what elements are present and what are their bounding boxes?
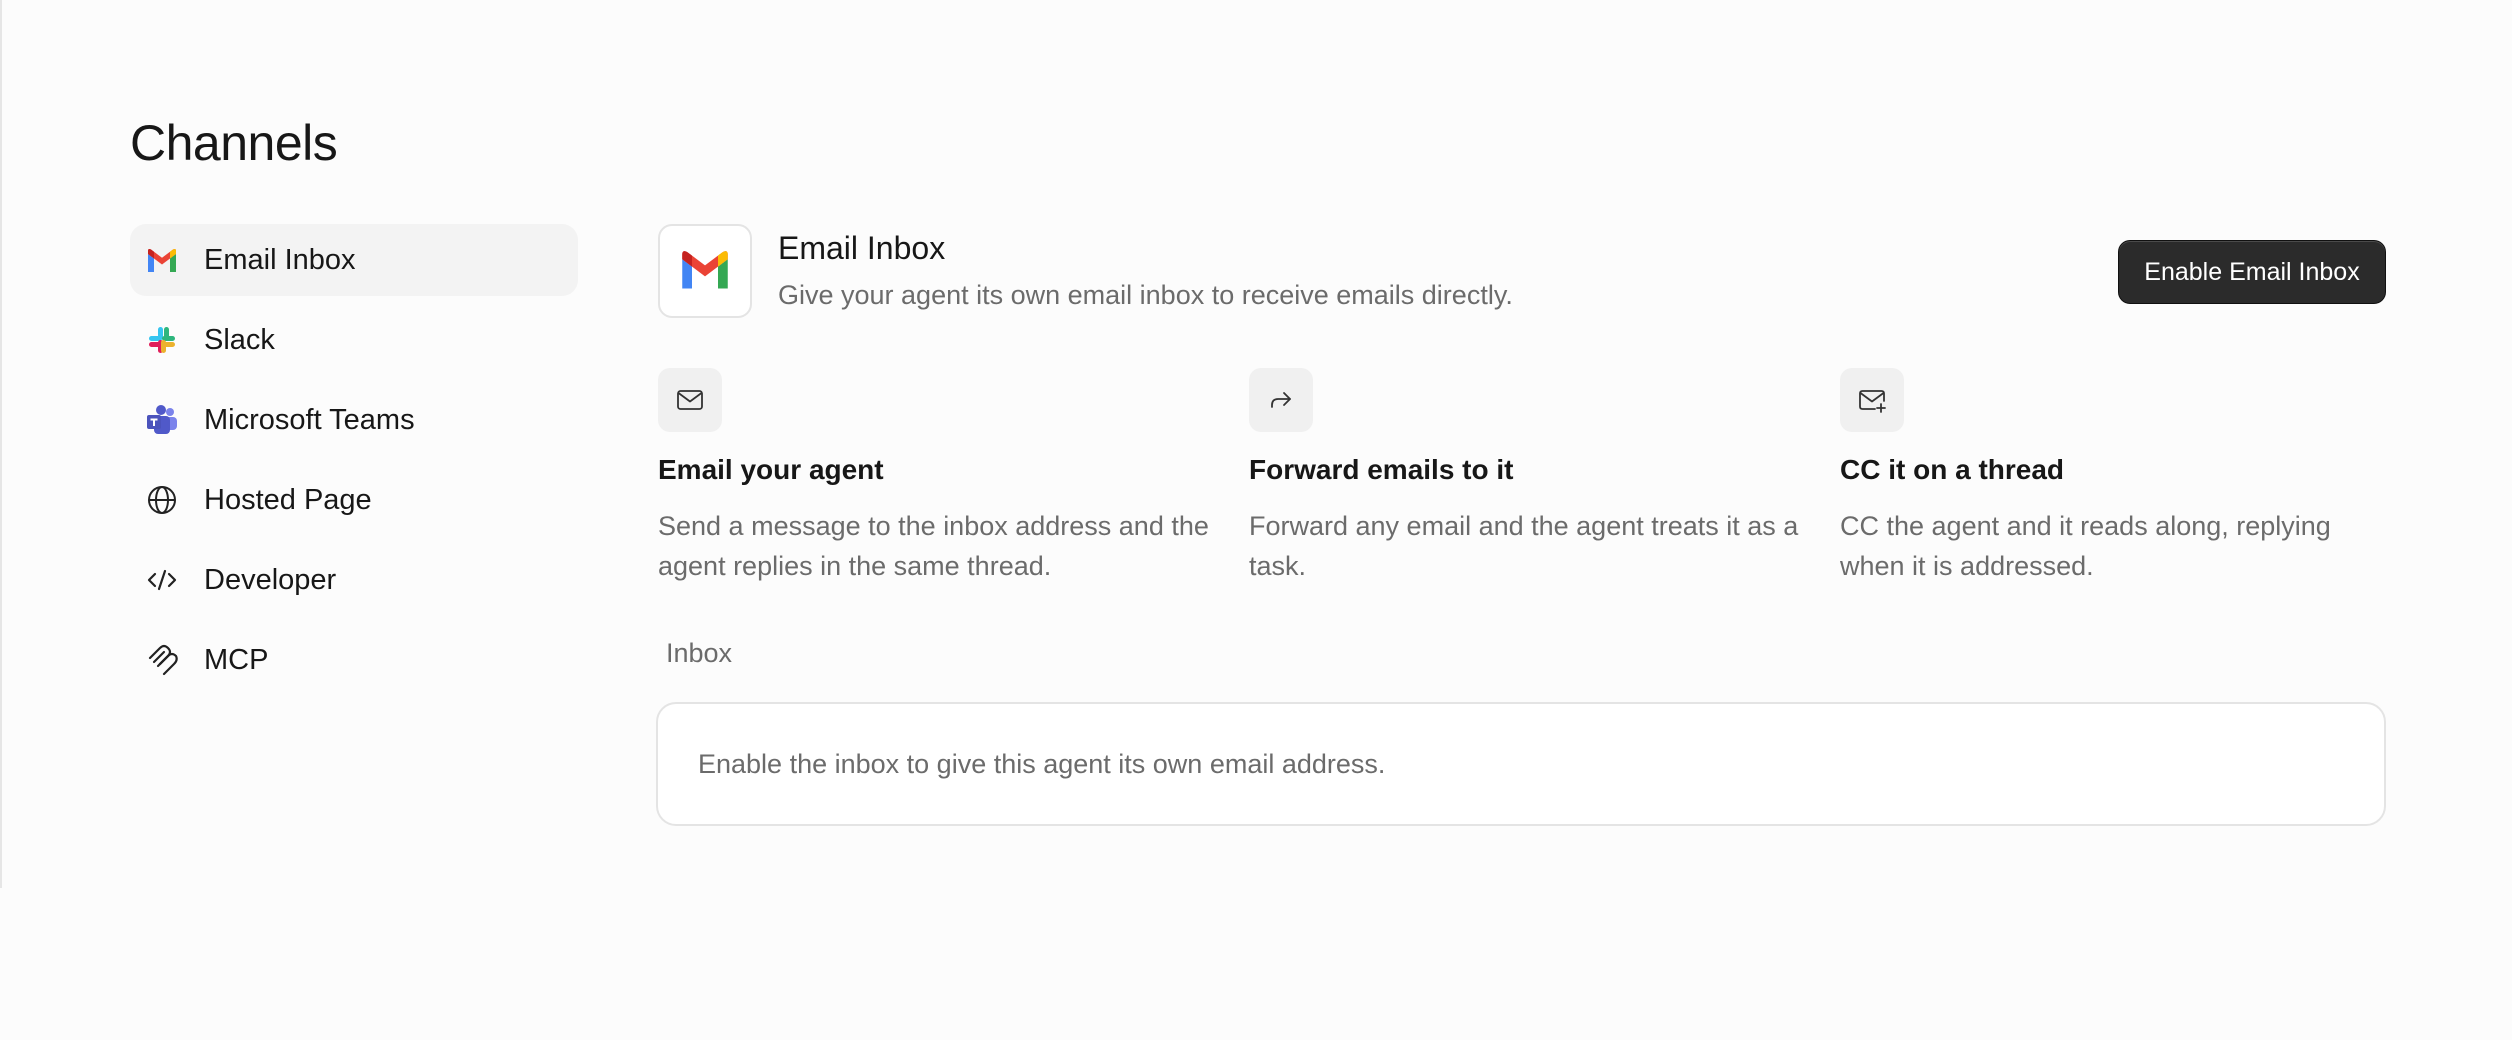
forward-icon	[1249, 368, 1313, 432]
code-icon	[144, 562, 180, 598]
channel-detail: Email Inbox Give your agent its own emai…	[656, 224, 2386, 826]
sidebar-item-label: Email Inbox	[204, 243, 356, 276]
mail-icon	[658, 368, 722, 432]
feature-description: CC the agent and it reads along, replyin…	[1840, 511, 2331, 581]
slack-icon	[144, 322, 180, 358]
sidebar-item-label: Slack	[204, 323, 275, 356]
feature-card: CC it on a thread CC the agent and it re…	[1840, 368, 2400, 586]
left-divider	[0, 0, 2, 888]
feature-title: Forward emails to it	[1249, 454, 1514, 485]
sidebar-item-label: Microsoft Teams	[204, 403, 415, 436]
inbox-empty-message: Enable the inbox to give this agent its …	[698, 748, 1386, 779]
globe-icon	[144, 482, 180, 518]
feature-description: Forward any email and the agent treats i…	[1249, 511, 1799, 581]
feature-description: Send a message to the inbox address and …	[658, 511, 1209, 581]
sidebar-item-hosted-page[interactable]: Hosted Page	[130, 464, 578, 536]
sidebar-item-developer[interactable]: Developer	[130, 544, 578, 616]
sidebar-item-slack[interactable]: Slack	[130, 304, 578, 376]
teams-icon	[144, 402, 180, 438]
mcp-icon	[144, 642, 180, 678]
sidebar-item-mcp[interactable]: MCP	[130, 624, 578, 696]
gmail-logo-tile	[658, 224, 752, 318]
feature-title: Email your agent	[658, 454, 884, 485]
channels-sidebar: Email Inbox Slack Microsoft Teams Hosted…	[130, 224, 578, 704]
sidebar-item-label: MCP	[204, 643, 269, 676]
feature-card: Forward emails to it Forward any email a…	[1249, 368, 1809, 586]
sidebar-item-label: Hosted Page	[204, 483, 372, 516]
feature-title: CC it on a thread	[1840, 454, 2065, 485]
channel-header: Email Inbox Give your agent its own emai…	[656, 224, 2386, 322]
channel-description: Give your agent its own email inbox to r…	[778, 280, 1513, 310]
sidebar-item-label: Developer	[204, 563, 337, 596]
sidebar-item-email-inbox[interactable]: Email Inbox	[130, 224, 578, 296]
gmail-icon	[679, 249, 731, 294]
page-title: Channels	[130, 115, 338, 171]
feature-card: Email your agent Send a message to the i…	[658, 368, 1218, 586]
enable-email-inbox-button[interactable]: Enable Email Inbox	[2118, 240, 2386, 304]
gmail-icon	[144, 242, 180, 278]
feature-list: Email your agent Send a message to the i…	[656, 368, 2386, 598]
inbox-panel: Enable the inbox to give this agent its …	[656, 702, 2386, 826]
sidebar-item-microsoft-teams[interactable]: Microsoft Teams	[130, 384, 578, 456]
inbox-section-label: Inbox	[666, 638, 733, 668]
mail-plus-icon	[1840, 368, 1904, 432]
channel-title: Email Inbox	[778, 230, 946, 266]
